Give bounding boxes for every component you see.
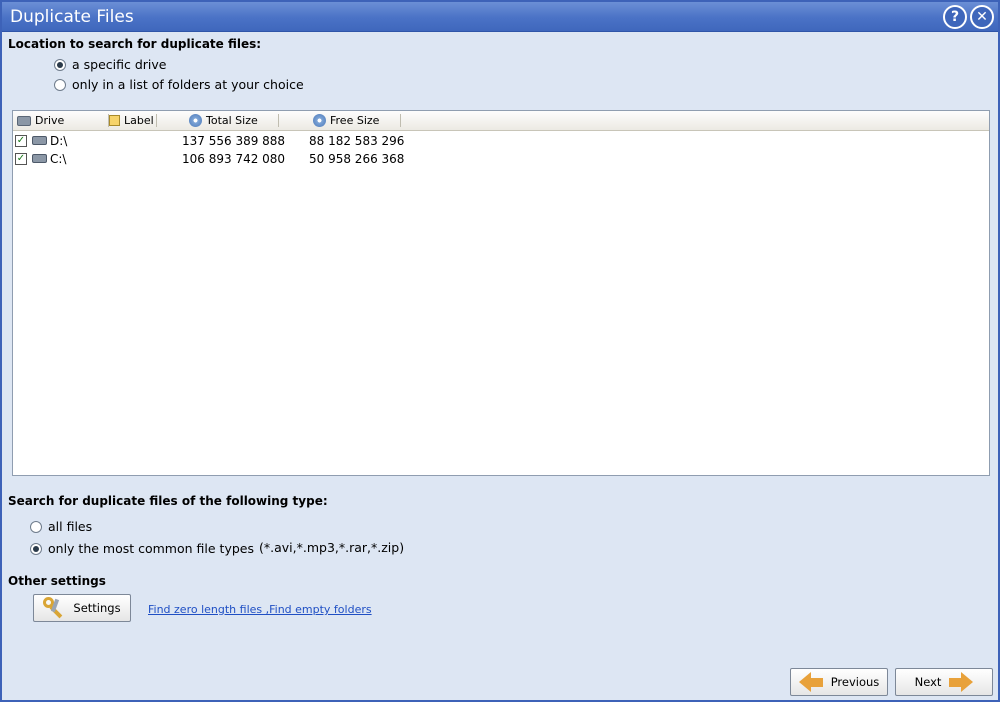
radio-all-files[interactable]: all files xyxy=(30,519,92,534)
next-button-label: Next xyxy=(914,675,942,689)
drives-list[interactable]: Drive Label Total Size Free Size ✓ D:\ 1… xyxy=(12,110,990,476)
radio-common-types[interactable]: only the most common file types xyxy=(30,541,254,556)
arrow-left-icon xyxy=(798,672,823,692)
column-header-total-size[interactable]: Total Size xyxy=(189,111,297,130)
drives-list-header: Drive Label Total Size Free Size xyxy=(13,111,989,131)
free-size: 88 182 583 296 xyxy=(309,134,405,148)
common-types-hint: (*.avi,*.mp3,*.rar,*.zip) xyxy=(259,540,405,555)
column-header-free-size[interactable]: Free Size xyxy=(313,111,405,130)
radio-specific-drive-label: a specific drive xyxy=(72,57,167,72)
radio-indicator[interactable] xyxy=(54,78,66,91)
other-settings-heading: Other settings xyxy=(8,574,106,588)
title-bar[interactable]: Duplicate Files ? ✕ xyxy=(2,2,998,32)
column-header-total-size-label: Total Size xyxy=(206,114,258,127)
column-header-label[interactable]: Label xyxy=(109,111,189,130)
settings-button[interactable]: Settings xyxy=(33,594,131,622)
radio-indicator[interactable] xyxy=(54,58,66,71)
label-icon xyxy=(109,115,120,126)
disk-icon xyxy=(189,114,202,127)
total-size: 137 556 389 888 xyxy=(182,134,286,148)
duplicate-files-window: Duplicate Files ? ✕ Location to search f… xyxy=(0,0,1000,702)
radio-all-files-label: all files xyxy=(48,519,93,534)
column-header-label-label: Label xyxy=(124,114,154,127)
radio-common-types-label: only the most common file types xyxy=(48,541,254,556)
settings-button-label: Settings xyxy=(73,601,121,615)
drive-name: D:\ xyxy=(50,134,68,148)
disk-icon xyxy=(313,114,326,127)
free-size: 50 958 266 368 xyxy=(309,152,405,166)
drive-icon xyxy=(17,115,31,126)
file-type-heading: Search for duplicate files of the follow… xyxy=(8,494,328,508)
radio-indicator[interactable] xyxy=(30,542,42,555)
drive-checkbox[interactable]: ✓ xyxy=(15,153,27,165)
drive-icon xyxy=(32,154,47,163)
column-header-drive[interactable]: Drive xyxy=(17,111,109,130)
radio-specific-drive[interactable]: a specific drive xyxy=(54,57,166,72)
previous-button[interactable]: Previous xyxy=(790,668,888,696)
radio-indicator[interactable] xyxy=(30,520,42,533)
total-size: 106 893 742 080 xyxy=(182,152,286,166)
previous-button-label: Previous xyxy=(830,675,880,689)
key-icon xyxy=(43,597,65,619)
drive-name: C:\ xyxy=(50,152,67,166)
main-content: Location to search for duplicate files: … xyxy=(2,32,998,700)
column-header-drive-label: Drive xyxy=(35,114,65,127)
help-icon[interactable]: ? xyxy=(943,5,967,29)
drive-checkbox[interactable]: ✓ xyxy=(15,135,27,147)
find-empty-link[interactable]: Find zero length files ,Find empty folde… xyxy=(148,603,372,616)
location-heading: Location to search for duplicate files: xyxy=(8,37,262,51)
next-button[interactable]: Next xyxy=(895,668,993,696)
radio-folder-list[interactable]: only in a list of folders at your choice xyxy=(54,77,304,92)
column-header-free-size-label: Free Size xyxy=(330,114,380,127)
close-icon[interactable]: ✕ xyxy=(970,5,994,29)
window-title: Duplicate Files xyxy=(10,7,134,27)
table-row[interactable]: ✓ D:\ 137 556 389 888 88 182 583 296 xyxy=(13,132,989,150)
radio-folder-list-label: only in a list of folders at your choice xyxy=(72,77,304,92)
drive-icon xyxy=(32,136,47,145)
table-row[interactable]: ✓ C:\ 106 893 742 080 50 958 266 368 xyxy=(13,150,989,168)
arrow-right-icon xyxy=(949,672,974,692)
